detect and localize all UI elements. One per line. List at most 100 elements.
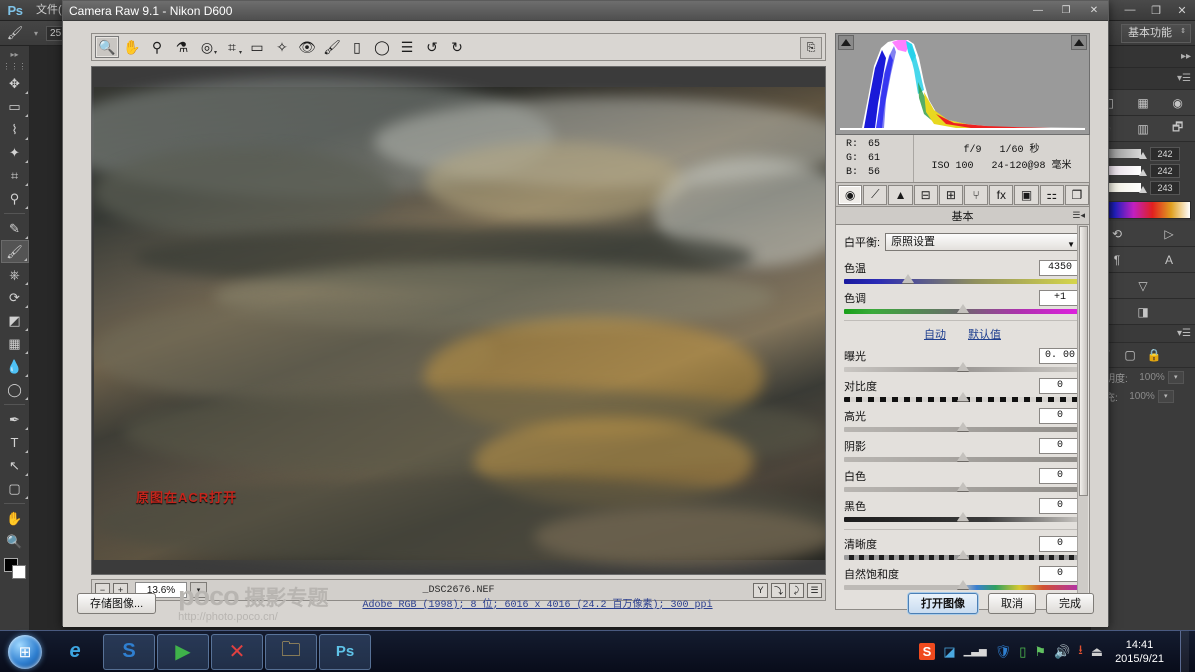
history-panel-icon[interactable]: ⟲ [1108,225,1126,243]
background-color-swatch[interactable] [11,565,26,579]
tab-camera-calibration[interactable]: ▣ [1014,184,1039,205]
tool-marquee[interactable]: ▭ [1,95,29,118]
straighten-tool-icon[interactable]: ▭ [245,36,269,58]
color-value-b[interactable]: 243 [1150,180,1180,195]
color-thumb-b[interactable] [1139,186,1147,193]
auto-link[interactable]: 自动 [924,326,946,342]
exposure-track[interactable] [844,362,1081,372]
default-link[interactable]: 默认值 [968,326,1001,342]
shadows-value[interactable]: 0 [1039,438,1081,454]
color-spectrum-bar[interactable] [1095,201,1191,219]
radial-filter-tool-icon[interactable]: ◯ [370,36,394,58]
tray-eject-icon[interactable]: ⏏ [1091,644,1103,660]
controls-scrollbar[interactable] [1077,225,1088,609]
taskbar-file-explorer[interactable]: 🗀 [265,633,317,670]
color-sampler-tool-icon[interactable]: ⚗ [170,36,194,58]
paragraph-panel-icon[interactable]: ¶ [1108,251,1126,269]
styles-panel-icon[interactable]: ◉ [1169,94,1187,112]
camera-raw-close-button[interactable]: ✕ [1080,2,1108,20]
tool-crop[interactable]: ⌗ [1,164,29,187]
tray-sogou-icon[interactable]: S [918,643,936,660]
workflow-options-link[interactable]: Adobe RGB (1998); 8 位; 6016 x 4016 (24.2… [363,595,713,611]
show-desktop-button[interactable] [1180,630,1189,672]
taskbar-clock[interactable]: 14:41 2015/9/21 [1111,638,1172,666]
scrollbar-thumb[interactable] [1079,226,1088,496]
highlights-track[interactable] [844,422,1081,432]
tool-type[interactable]: T [1,431,29,454]
shadows-knob[interactable] [956,452,969,461]
tray-qq-icon[interactable]: ◪ [943,644,955,660]
tool-brush[interactable]: 🖌 [0,240,29,263]
temperature-value[interactable]: 4350 [1039,260,1081,276]
tool-rectangle[interactable]: ▢ [1,477,29,500]
masks-panel-icon[interactable]: ◨ [1134,303,1152,321]
tool-eyedropper[interactable]: ⚲ [1,187,29,210]
tool-clone-stamp[interactable]: ⎈ [1,263,29,286]
highlights-knob[interactable] [956,422,969,431]
tab-snapshots[interactable]: ❐ [1064,184,1090,205]
hand-tool-icon[interactable]: ✋ [120,36,144,58]
tint-value[interactable]: +1 [1039,290,1081,306]
active-tool-icon[interactable]: 🖌 [4,23,26,43]
color-thumb-g[interactable] [1139,169,1147,176]
temperature-knob[interactable] [901,274,914,283]
tray-network-icon[interactable]: ▁▃▅ [964,646,987,657]
tool-hand[interactable]: ✋ [1,507,29,530]
minimize-button[interactable]: — [1117,1,1143,19]
fill-dropdown-icon[interactable]: ▾ [1157,390,1174,403]
start-button[interactable]: ⊞ [2,633,48,671]
tab-effects[interactable]: fx [989,184,1014,205]
tool-blur[interactable]: 💧 [1,355,29,378]
blacks-track[interactable] [844,512,1081,522]
save-image-button[interactable]: 存储图像... [77,592,157,614]
graduated-filter-tool-icon[interactable]: ▯ [345,36,369,58]
tool-move[interactable]: ✥ [1,72,29,95]
tool-healing-brush[interactable]: ✎ [1,217,29,240]
filter-shape-icon[interactable]: ▢ [1121,346,1139,364]
tint-knob[interactable] [956,304,969,313]
clarity-track[interactable] [844,550,1081,560]
taskbar-xunlei[interactable]: ✕ [211,633,263,670]
tool-path-selection[interactable]: ↖ [1,454,29,477]
contrast-value[interactable]: 0 [1039,378,1081,394]
tool-zoom[interactable]: 🔍 [1,530,29,553]
preferences-button[interactable]: ⎘ [800,37,822,59]
camera-raw-restore-button[interactable]: ❐ [1052,2,1080,20]
taskbar-internet-explorer[interactable]: e [49,634,101,670]
color-swatches[interactable] [2,557,28,581]
tool-gradient[interactable]: ▦ [1,332,29,355]
red-eye-removal-tool-icon[interactable]: 👁 [295,36,319,58]
whites-track[interactable] [844,482,1081,492]
taskbar-sogou-browser[interactable]: S [103,633,155,670]
tool-preset-chevron-icon[interactable]: ▾ [34,29,38,38]
white-balance-tool-icon[interactable]: ⚲ [145,36,169,58]
palette-collapse-handle[interactable]: ▸▸ [0,48,29,60]
contrast-track[interactable] [844,392,1081,402]
tray-action-center-icon[interactable]: ⚑ [1034,644,1046,660]
tab-tone-curve[interactable]: ⟋ [863,184,888,205]
tool-pen[interactable]: ✒ [1,408,29,431]
taskbar-media-player[interactable]: ▶ [157,633,209,670]
exposure-knob[interactable] [956,362,969,371]
workspace-selector[interactable]: 基本功能 ⇕ [1121,23,1191,43]
panel-menu-icon[interactable]: ☰◂ [1072,210,1085,221]
crop-tool-icon[interactable]: ⌗ ▾ [220,36,244,58]
temperature-track[interactable] [844,274,1081,284]
tool-lasso[interactable]: ⌇ [1,118,29,141]
swatches-panel-icon[interactable]: ▦ [1134,94,1152,112]
tray-security-shield-icon[interactable]: 🛡 [995,644,1012,660]
open-image-button[interactable]: 打开图像 [908,592,978,614]
rotate-counterclockwise-icon[interactable]: ↺ [420,36,444,58]
tab-presets[interactable]: ⚏ [1039,184,1064,205]
color-value-r[interactable]: 242 [1150,146,1180,161]
whites-value[interactable]: 0 [1039,468,1081,484]
close-button[interactable]: ✕ [1169,1,1195,19]
fill-value[interactable]: 100% [1121,391,1155,402]
tool-eraser[interactable]: ◩ [1,309,29,332]
presets-tool-icon[interactable]: ☰ [395,36,419,58]
whites-knob[interactable] [956,482,969,491]
zoom-tool-icon[interactable]: 🔍 [95,36,119,58]
restore-button[interactable]: ❐ [1143,1,1169,19]
character-panel-icon[interactable]: A [1160,251,1178,269]
highlights-value[interactable]: 0 [1039,408,1081,424]
